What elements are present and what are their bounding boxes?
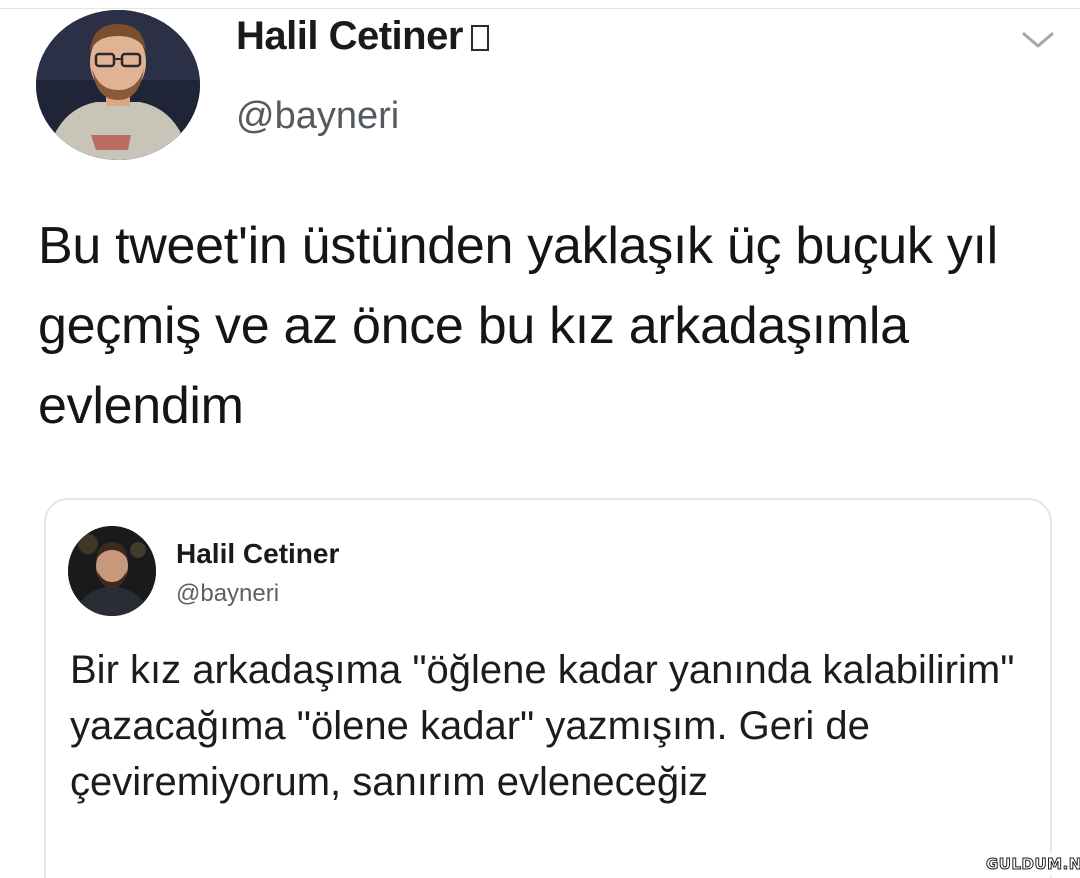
author-name-text[interactable]: Halil Cetiner [236, 14, 463, 58]
author-name[interactable]: Halil Cetiner [236, 14, 489, 59]
verified-icon [470, 25, 489, 51]
top-divider [0, 8, 1080, 9]
quoted-author-handle[interactable]: @bayneri [176, 580, 279, 608]
watermark: GULDUM.NET [980, 853, 1080, 875]
quoted-tweet-card[interactable]: Halil Cetiner @bayneri Bir kız arkadaşım… [44, 498, 1052, 878]
author-handle[interactable]: @bayneri [236, 95, 399, 138]
author-avatar[interactable] [36, 10, 200, 160]
quoted-author-name[interactable]: Halil Cetiner [176, 538, 339, 570]
quoted-author-avatar[interactable] [68, 526, 156, 616]
tweet-text: Bu tweet'in üstünden yaklaşık üç buçuk y… [38, 217, 998, 435]
quoted-tweet-text: Bir kız arkadaşıma "öğlene kadar yanında… [70, 648, 1015, 804]
chevron-down-icon[interactable] [1020, 28, 1056, 52]
tweet: Halil Cetiner @bayneri Bu tweet'in üstün… [0, 0, 1080, 878]
avatar-photo [68, 526, 156, 616]
avatar-photo [36, 10, 200, 160]
